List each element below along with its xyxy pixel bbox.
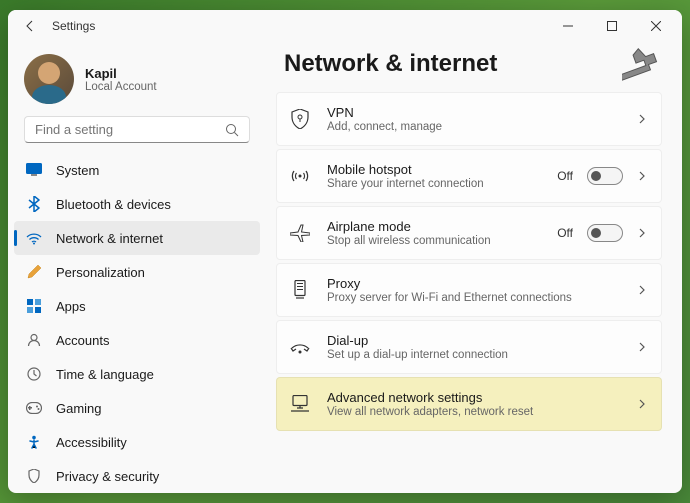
main-panel: Network & internet VPN Add, connect, man… xyxy=(266,42,682,493)
sidebar-item-label: Apps xyxy=(56,299,86,314)
search-box[interactable] xyxy=(24,116,250,143)
chevron-right-icon xyxy=(637,171,647,181)
setting-title: Advanced network settings xyxy=(327,390,637,405)
toggle-state-label: Off xyxy=(557,226,573,240)
profile-name: Kapil xyxy=(85,66,157,81)
setting-title: Mobile hotspot xyxy=(327,162,557,177)
setting-vpn[interactable]: VPN Add, connect, manage xyxy=(276,92,662,146)
sidebar-item-personalization[interactable]: Personalization xyxy=(14,255,260,289)
back-button[interactable] xyxy=(24,20,36,32)
window-controls xyxy=(546,11,678,41)
search-input[interactable] xyxy=(35,122,225,137)
profile-section[interactable]: Kapil Local Account xyxy=(8,46,266,116)
sidebar-item-label: Bluetooth & devices xyxy=(56,197,171,212)
settings-list: VPN Add, connect, manage Mobile hotsp xyxy=(276,92,662,431)
setting-title: Dial-up xyxy=(327,333,637,348)
chevron-right-icon xyxy=(637,228,647,238)
sidebar-item-accessibility[interactable]: Accessibility xyxy=(14,425,260,459)
network-icon xyxy=(26,230,42,246)
system-icon xyxy=(26,162,42,178)
bluetooth-icon xyxy=(26,196,42,212)
chevron-right-icon xyxy=(637,342,647,352)
setting-title: Airplane mode xyxy=(327,219,557,234)
hammer-overlay-icon xyxy=(622,46,670,94)
avatar xyxy=(24,54,74,104)
gaming-icon xyxy=(26,400,42,416)
toggle-state-label: Off xyxy=(557,169,573,183)
minimize-button[interactable] xyxy=(546,11,590,41)
sidebar-item-label: Gaming xyxy=(56,401,102,416)
maximize-button[interactable] xyxy=(590,11,634,41)
sidebar-item-accounts[interactable]: Accounts xyxy=(14,323,260,357)
sidebar-item-apps[interactable]: Apps xyxy=(14,289,260,323)
advanced-network-icon xyxy=(289,393,311,415)
setting-subtitle: Add, connect, manage xyxy=(327,121,637,133)
privacy-icon xyxy=(26,468,42,484)
titlebar: Settings xyxy=(8,10,682,42)
hotspot-icon xyxy=(289,165,311,187)
sidebar-item-label: Personalization xyxy=(56,265,145,280)
sidebar-item-time[interactable]: Time & language xyxy=(14,357,260,391)
sidebar-item-network[interactable]: Network & internet xyxy=(14,221,260,255)
setting-subtitle: View all network adapters, network reset xyxy=(327,406,637,418)
proxy-icon xyxy=(289,279,311,301)
search-icon xyxy=(225,123,239,137)
setting-title: VPN xyxy=(327,105,637,120)
airplane-icon xyxy=(289,222,311,244)
sidebar-item-label: Time & language xyxy=(56,367,154,382)
setting-mobile-hotspot[interactable]: Mobile hotspot Share your internet conne… xyxy=(276,149,662,203)
accounts-icon xyxy=(26,332,42,348)
sidebar-item-bluetooth[interactable]: Bluetooth & devices xyxy=(14,187,260,221)
sidebar-item-label: Accounts xyxy=(56,333,109,348)
setting-title: Proxy xyxy=(327,276,637,291)
hotspot-toggle[interactable] xyxy=(587,167,623,185)
sidebar-item-label: Network & internet xyxy=(56,231,163,246)
chevron-right-icon xyxy=(637,399,647,409)
setting-dialup[interactable]: Dial-up Set up a dial-up internet connec… xyxy=(276,320,662,374)
sidebar-item-gaming[interactable]: Gaming xyxy=(14,391,260,425)
close-button[interactable] xyxy=(634,11,678,41)
sidebar-item-system[interactable]: System xyxy=(14,153,260,187)
setting-subtitle: Proxy server for Wi-Fi and Ethernet conn… xyxy=(327,292,637,304)
personalization-icon xyxy=(26,264,42,280)
setting-proxy[interactable]: Proxy Proxy server for Wi-Fi and Etherne… xyxy=(276,263,662,317)
window-title: Settings xyxy=(52,19,95,33)
accessibility-icon xyxy=(26,434,42,450)
sidebar-item-privacy[interactable]: Privacy & security xyxy=(14,459,260,493)
vpn-icon xyxy=(289,108,311,130)
profile-subtitle: Local Account xyxy=(85,81,157,93)
chevron-right-icon xyxy=(637,114,647,124)
chevron-right-icon xyxy=(637,285,647,295)
sidebar-item-label: Accessibility xyxy=(56,435,127,450)
sidebar-item-label: Privacy & security xyxy=(56,469,159,484)
setting-subtitle: Share your internet connection xyxy=(327,178,557,190)
time-icon xyxy=(26,366,42,382)
dialup-icon xyxy=(289,336,311,358)
settings-window: Settings Kapil Local Account xyxy=(8,10,682,493)
page-title: Network & internet xyxy=(284,50,662,78)
sidebar-item-label: System xyxy=(56,163,99,178)
airplane-toggle[interactable] xyxy=(587,224,623,242)
setting-subtitle: Stop all wireless communication xyxy=(327,235,557,247)
setting-airplane-mode[interactable]: Airplane mode Stop all wireless communic… xyxy=(276,206,662,260)
apps-icon xyxy=(26,298,42,314)
nav-list: System Bluetooth & devices Network & int… xyxy=(8,153,266,493)
setting-subtitle: Set up a dial-up internet connection xyxy=(327,349,637,361)
setting-advanced-network[interactable]: Advanced network settings View all netwo… xyxy=(276,377,662,431)
sidebar: Kapil Local Account System xyxy=(8,42,266,493)
